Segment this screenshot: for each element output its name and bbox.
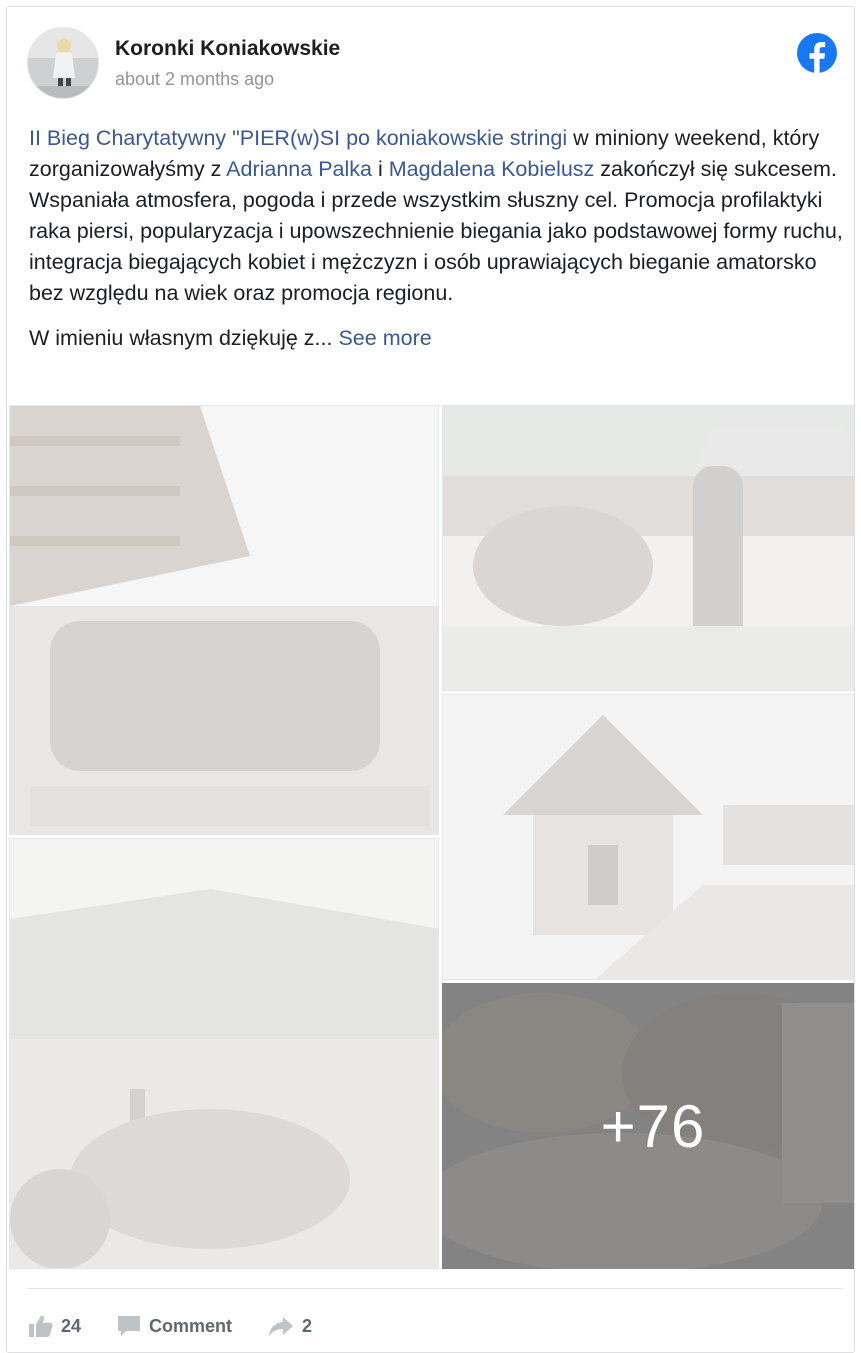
post-text-part-2: i xyxy=(371,157,389,181)
mention-adrianna-palka[interactable]: Adrianna Palka xyxy=(226,157,372,181)
post-text-truncated: W imieniu własnym dziękuję z... xyxy=(29,326,333,350)
post-actions: 24 Comment 2 xyxy=(29,1309,348,1343)
share-count: 2 xyxy=(302,1315,313,1336)
see-more-link[interactable]: See more xyxy=(338,326,431,350)
author-name[interactable]: Koronki Koniakowskie xyxy=(115,37,340,61)
photo-1[interactable] xyxy=(9,405,439,835)
like-button[interactable]: 24 xyxy=(29,1315,81,1337)
photo-5-more[interactable]: +76 xyxy=(442,983,854,1269)
event-link[interactable]: II Bieg Charytatywny "PIER(w)SI po konia… xyxy=(29,126,567,150)
photo-4[interactable] xyxy=(442,694,854,980)
actions-divider xyxy=(27,1288,843,1289)
mention-magdalena-kobielusz[interactable]: Magdalena Kobielusz xyxy=(389,157,595,181)
post-paragraph-1: II Bieg Charytatywny "PIER(w)SI po konia… xyxy=(29,123,849,309)
share-button[interactable]: 2 xyxy=(268,1315,312,1337)
photo-2[interactable] xyxy=(442,405,854,691)
post-header: Koronki Koniakowskie about 2 months ago xyxy=(27,27,837,107)
thumbs-up-icon xyxy=(29,1315,53,1337)
share-arrow-icon xyxy=(269,1317,294,1336)
post-timestamp[interactable]: about 2 months ago xyxy=(115,69,274,90)
more-photos-overlay[interactable]: +76 xyxy=(442,983,854,1269)
more-photos-count: +76 xyxy=(600,1092,706,1160)
comment-label: Comment xyxy=(149,1315,233,1336)
facebook-logo-icon[interactable] xyxy=(797,33,837,73)
avatar[interactable] xyxy=(27,27,99,99)
comment-icon xyxy=(118,1316,141,1336)
post-text: II Bieg Charytatywny "PIER(w)SI po konia… xyxy=(29,123,849,354)
post-paragraph-2: W imieniu własnym dziękuję z... See more xyxy=(29,323,849,354)
like-count: 24 xyxy=(61,1315,82,1336)
comment-button[interactable]: Comment xyxy=(117,1315,232,1337)
photo-grid: +76 xyxy=(9,405,854,1269)
post-card: Koronki Koniakowskie about 2 months ago … xyxy=(6,6,855,1353)
photo-3[interactable] xyxy=(9,838,439,1269)
